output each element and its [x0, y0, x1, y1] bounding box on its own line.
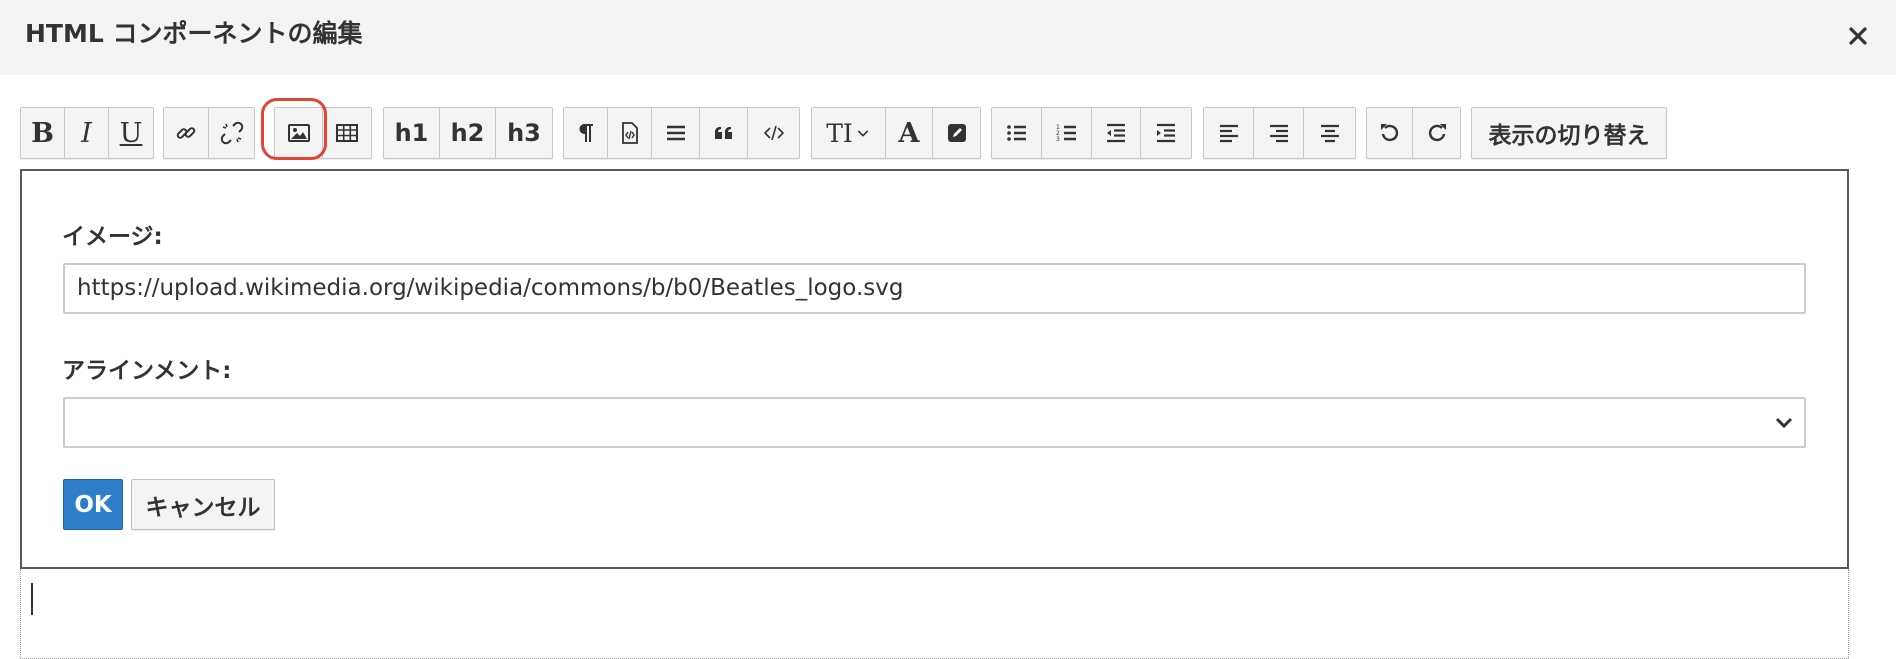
align-right-icon: [1269, 124, 1288, 143]
h2-button[interactable]: h2: [440, 108, 496, 158]
link-icon: [176, 127, 196, 139]
inline-code-button[interactable]: [748, 108, 799, 158]
align-left-button[interactable]: [1204, 108, 1254, 158]
redo-button[interactable]: [1413, 108, 1460, 158]
outdent-icon: [1107, 123, 1125, 143]
cancel-button[interactable]: キャンセル: [131, 479, 275, 530]
paragraph-icon: [578, 124, 593, 142]
insert-table-button[interactable]: [323, 108, 371, 158]
table-icon: [336, 124, 358, 142]
close-icon: [1849, 27, 1867, 45]
insert-image-button[interactable]: [275, 108, 323, 158]
image-icon: [287, 124, 310, 142]
heading-group: h1 h2 h3: [383, 107, 553, 159]
toggle-view-button[interactable]: 表示の切り替え: [1472, 108, 1666, 158]
redo-icon: [1428, 124, 1446, 142]
chevron-down-icon: [1775, 417, 1793, 429]
unlink-icon: [220, 121, 243, 145]
close-button[interactable]: [1840, 18, 1876, 54]
image-dialog-panel: イメージ: https://upload.wikimedia.org/wikip…: [20, 169, 1849, 569]
numbered-list-button[interactable]: 1 2 3: [1042, 108, 1092, 158]
italic-button[interactable]: I: [65, 108, 109, 158]
editor-content-area[interactable]: [20, 569, 1849, 659]
link-group: [163, 107, 255, 159]
alignment-label: アラインメント:: [62, 358, 232, 384]
format-group: B I U: [20, 107, 154, 159]
chevron-down-icon: [857, 130, 869, 137]
blockquote-button[interactable]: [700, 108, 748, 158]
paragraph-button[interactable]: [564, 108, 608, 158]
svg-text:3: 3: [1056, 136, 1060, 143]
pencil-square-icon: [947, 124, 966, 142]
history-group: [1366, 107, 1461, 159]
text-caret: [31, 583, 33, 615]
h3-button[interactable]: h3: [496, 108, 552, 158]
dialog-header: HTML コンポーネントの編集: [0, 0, 1896, 75]
file-code-icon: [621, 122, 638, 144]
align-justify-icon: [666, 125, 685, 141]
block-group: [563, 107, 800, 159]
align-center-button[interactable]: [1304, 108, 1355, 158]
indent-button[interactable]: [1141, 108, 1191, 158]
underline-button[interactable]: U: [109, 108, 153, 158]
unlink-button[interactable]: [209, 108, 254, 158]
list-ul-icon: [1006, 125, 1026, 141]
undo-button[interactable]: [1367, 108, 1413, 158]
align-left-icon: [1219, 124, 1238, 143]
insert-group: [274, 107, 372, 159]
alignment-select[interactable]: [63, 397, 1806, 448]
ok-button[interactable]: OK: [63, 479, 123, 530]
horizontal-rule-button[interactable]: [652, 108, 700, 158]
code-block-button[interactable]: [608, 108, 652, 158]
bullet-list-button[interactable]: [992, 108, 1042, 158]
quote-icon: [714, 126, 732, 139]
h1-button[interactable]: h1: [384, 108, 440, 158]
image-url-input[interactable]: https://upload.wikimedia.org/wikipedia/c…: [63, 263, 1806, 314]
link-button[interactable]: [164, 108, 209, 158]
dialog-title: HTML コンポーネントの編集: [25, 19, 363, 48]
image-url-label: イメージ:: [62, 224, 163, 250]
highlight-button[interactable]: [933, 108, 980, 158]
undo-icon: [1380, 124, 1398, 142]
align-center-icon: [1320, 124, 1339, 143]
outdent-button[interactable]: [1092, 108, 1141, 158]
list-ol-icon: 1 2 3: [1056, 124, 1076, 143]
list-group: 1 2 3: [991, 107, 1192, 159]
font-color-button[interactable]: A: [886, 108, 933, 158]
indent-icon: [1157, 123, 1175, 143]
font-size-dropdown[interactable]: TI: [812, 108, 886, 158]
font-group: TI A: [811, 107, 981, 159]
code-icon: [763, 125, 784, 141]
bold-button[interactable]: B: [21, 108, 65, 158]
font-size-label: TI: [826, 118, 853, 148]
view-group: 表示の切り替え: [1471, 107, 1667, 159]
align-right-button[interactable]: [1254, 108, 1304, 158]
align-group: [1203, 107, 1356, 159]
